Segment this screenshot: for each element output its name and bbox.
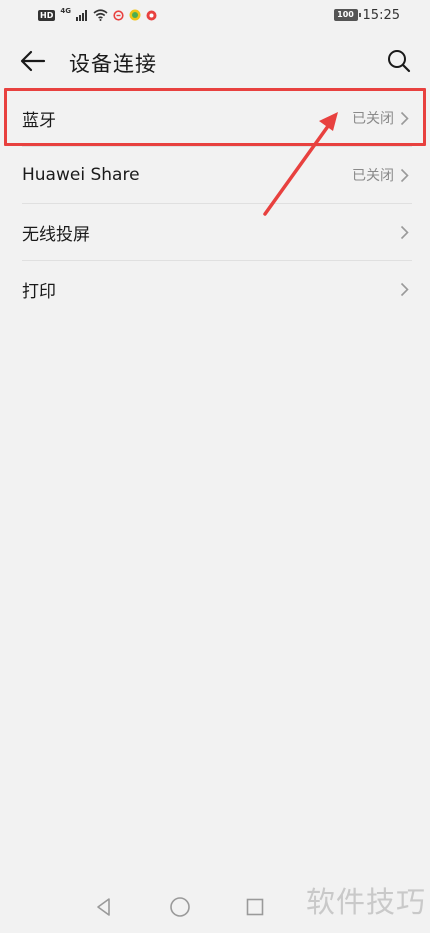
- list-item-label: 无线投屏: [22, 224, 90, 245]
- back-button[interactable]: [18, 46, 48, 76]
- list-item-label: Huawei Share: [22, 165, 140, 185]
- page-title: 设备连接: [69, 52, 157, 76]
- record-icon: [146, 10, 157, 20]
- clock: 15:25: [362, 7, 400, 23]
- list-item-wireless-projection[interactable]: 无线投屏: [0, 204, 430, 260]
- toolbar: 设备连接: [0, 34, 430, 88]
- wifi-icon: [93, 9, 108, 21]
- battery-icon: 100: [333, 9, 361, 21]
- status-bar: HD 4G 100 15:25: [0, 0, 430, 30]
- chevron-right-icon: [400, 110, 410, 126]
- search-icon: [388, 50, 411, 73]
- list-item-status: 已关闭: [352, 168, 394, 184]
- square-recents-icon: [246, 898, 264, 916]
- chevron-right-icon: [400, 167, 410, 183]
- navigation-bar: 软件技巧: [0, 879, 430, 933]
- shield-app-icon: [113, 9, 124, 21]
- settings-list: 蓝牙 已关闭 Huawei Share 已关闭 无线投屏 打印: [0, 90, 430, 317]
- network-type: 4G: [60, 7, 71, 15]
- triangle-back-icon: [97, 898, 110, 916]
- nav-home-button[interactable]: [168, 895, 192, 919]
- app-notification-icon: [129, 9, 141, 21]
- list-item-print[interactable]: 打印: [0, 261, 430, 317]
- chevron-right-icon: [400, 281, 410, 297]
- nav-recents-button[interactable]: [243, 895, 267, 919]
- list-item-bluetooth[interactable]: 蓝牙 已关闭: [0, 90, 430, 146]
- search-button[interactable]: [384, 46, 414, 76]
- back-arrow-icon: [20, 50, 46, 72]
- status-right: 100 15:25: [333, 7, 400, 23]
- nav-back-button[interactable]: [92, 895, 116, 919]
- status-left: HD 4G: [38, 7, 157, 21]
- hd-badge: HD: [38, 9, 56, 21]
- list-item-status: 已关闭: [352, 111, 394, 127]
- watermark: 软件技巧: [305, 885, 426, 919]
- circle-home-icon: [170, 897, 190, 917]
- list-item-label: 蓝牙: [22, 110, 56, 131]
- signal-icon: [75, 9, 87, 21]
- chevron-right-icon: [400, 224, 410, 240]
- list-item-huawei-share[interactable]: Huawei Share 已关闭: [0, 147, 430, 203]
- list-item-label: 打印: [22, 281, 56, 302]
